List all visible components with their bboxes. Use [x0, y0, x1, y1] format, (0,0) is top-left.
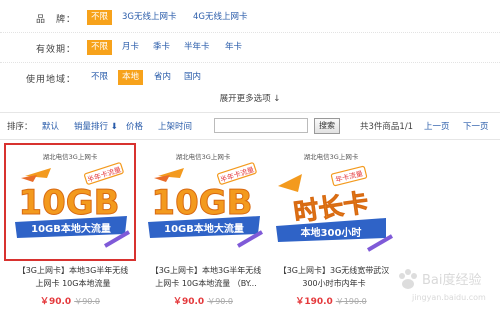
product-price: ￥90.0 ￥90.0 [140, 294, 266, 307]
filter-region-province[interactable]: 省内 [150, 70, 175, 85]
product-card[interactable]: 湖北电信3G上网卡 半年卡流量 10GB 10GB本地大流量 【3G上网卡】本地… [4, 143, 136, 311]
prev-page-link[interactable]: 上一页 [424, 120, 450, 132]
product-banner-graphic: 湖北电信3G上网卡 半年卡流量 10GB 10GB本地大流量 [140, 146, 266, 258]
more-options-label: 展开更多选项 [219, 94, 271, 104]
filter-region: 使用地域： 不限 本地 省内 国内 [0, 64, 500, 92]
product-sub-text: 10GB本地大流量 [164, 222, 244, 235]
product-image[interactable]: 湖北电信3G上网卡 半年卡流量 10GB 10GB本地大流量 [4, 143, 136, 261]
product-title[interactable]: 【3G上网卡】本地3G半年无线 上网卡 10G本地流量 [7, 264, 139, 290]
baidu-jingyan-watermark: Bai度经验 jingyan.baidu.com [392, 262, 500, 308]
sort-date[interactable]: 上架时间 [158, 120, 192, 132]
price-original: ￥190.0 [335, 297, 367, 306]
next-page-link[interactable]: 下一页 [463, 120, 489, 132]
filter-validity-any[interactable]: 不限 [87, 40, 113, 55]
product-title-line2: 上网卡 10G本地流量 （BY... [155, 279, 257, 288]
paw-logo-icon: Bai度经验 jingyan.baidu.com [399, 269, 486, 302]
product-big-text: 10GB [18, 183, 119, 223]
product-card[interactable]: 湖北电信3G上网卡 半年卡流量 10GB 10GB本地大流量 【3G上网卡】本地… [140, 146, 266, 311]
product-title-line2: 300小时市内年卡 [302, 279, 366, 288]
filter-region-local[interactable]: 本地 [118, 70, 144, 85]
filter-validity-year[interactable]: 年卡 [221, 40, 246, 55]
product-title-line1: 【3G上网卡】本地3G半年无线 [17, 266, 129, 275]
product-title[interactable]: 【3G上网卡】本地3G半年无线 上网卡 10G本地流量 （BY... [140, 264, 272, 290]
result-summary: 共3件商品1/1 [360, 122, 414, 132]
filter-brand-any[interactable]: 不限 [87, 10, 113, 25]
product-sub-text: 本地300小时 [301, 226, 362, 239]
filter-region-any[interactable]: 不限 [87, 70, 112, 85]
filter-validity-quarter[interactable]: 季卡 [149, 40, 174, 55]
product-title-line1: 【3G上网卡】本地3G半年无线 [150, 266, 262, 275]
sort-sales-label: 销量排行 [74, 122, 109, 132]
banner-text: 湖北电信3G上网卡 [43, 152, 98, 161]
product-sub-text: 10GB本地大流量 [31, 222, 111, 235]
sort-default[interactable]: 默认 [42, 120, 59, 132]
product-price: ￥190.0 ￥190.0 [268, 294, 394, 307]
search-button[interactable]: 搜索 [314, 118, 340, 134]
sort-sales[interactable]: 销量排行 ⬇ [74, 120, 118, 132]
watermark-sub: jingyan.baidu.com [411, 293, 486, 302]
price-original: ￥90.0 [207, 297, 234, 306]
arrow-down-icon: ↓ [270, 94, 281, 104]
more-options-toggle[interactable]: 展开更多选项 ↓ [210, 92, 290, 104]
product-price: ￥90.0 ￥90.0 [7, 294, 133, 307]
sort-bar: 排序： 默认 销量排行 ⬇ 价格 上架时间 搜索 共3件商品1/1 上一页 下一… [0, 112, 500, 140]
filter-validity-halfyear[interactable]: 半年卡 [180, 40, 214, 55]
filter-brand-4g[interactable]: 4G无线上网卡 [189, 10, 252, 25]
product-banner-graphic: 湖北电信3G上网卡 年卡流量 时长卡 本地300小时 [268, 146, 394, 258]
filter-validity-label: 有效期： [35, 45, 76, 55]
product-title-line2: 上网卡 10G本地流量 [35, 279, 111, 288]
filter-validity-month[interactable]: 月卡 [118, 40, 143, 55]
sort-down-icon: ⬇ [108, 122, 118, 132]
product-title[interactable]: 【3G上网卡】3G无线宽带武汉 300小时市内年卡 [268, 264, 400, 290]
product-image[interactable]: 湖北电信3G上网卡 年卡流量 时长卡 本地300小时 [268, 146, 394, 258]
product-card[interactable]: 湖北电信3G上网卡 年卡流量 时长卡 本地300小时 【3G上网卡】3G无线宽带… [268, 146, 394, 311]
product-image[interactable]: 湖北电信3G上网卡 半年卡流量 10GB 10GB本地大流量 [140, 146, 266, 258]
product-title-line1: 【3G上网卡】3G无线宽带武汉 [278, 266, 390, 275]
sort-price[interactable]: 价格 [126, 120, 143, 132]
filter-validity: 有效期： 不限 月卡 季卡 半年卡 年卡 [0, 34, 500, 63]
watermark-text: Bai度经验 [422, 272, 482, 288]
price-current: ￥90.0 [39, 297, 72, 307]
price-current: ￥190.0 [295, 297, 333, 307]
price-original: ￥90.0 [74, 297, 101, 306]
filter-brand-label: 品 牌： [35, 15, 76, 25]
product-big-text: 10GB [151, 183, 252, 223]
product-banner-graphic: 湖北电信3G上网卡 半年卡流量 10GB 10GB本地大流量 [7, 146, 133, 258]
banner-text: 湖北电信3G上网卡 [304, 152, 359, 161]
banner-text: 湖北电信3G上网卡 [176, 152, 231, 161]
search-input[interactable] [214, 118, 308, 133]
filter-region-national[interactable]: 国内 [180, 70, 205, 85]
filter-region-label: 使用地域： [25, 75, 76, 85]
sort-label: 排序： [7, 122, 33, 132]
filter-brand-3g[interactable]: 3G无线上网卡 [118, 10, 181, 25]
price-current: ￥90.0 [172, 297, 205, 307]
filter-brand: 品 牌： 不限 3G无线上网卡 4G无线上网卡 [0, 4, 500, 33]
